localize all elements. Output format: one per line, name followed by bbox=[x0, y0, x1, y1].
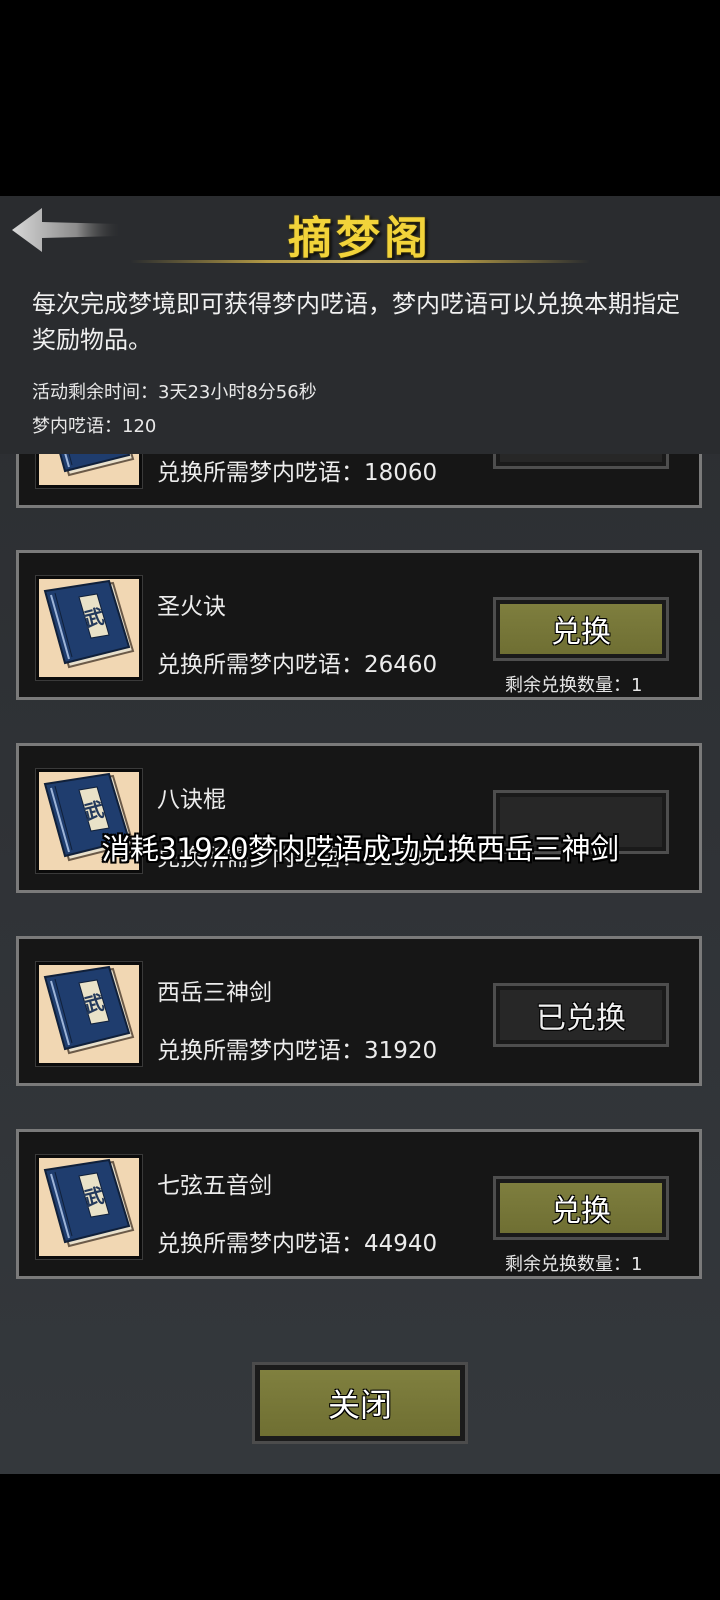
reward-cost: 兑换所需梦内呓语：31920 bbox=[157, 1038, 438, 1064]
exchange-button[interactable]: 兑换 bbox=[493, 1176, 669, 1240]
reward-cost: 兑换所需梦内呓语：26460 bbox=[157, 652, 438, 678]
close-button[interactable]: 关闭 bbox=[252, 1362, 468, 1444]
toast-message: 消耗31920梦内呓语成功兑换西岳三神剑 bbox=[101, 832, 619, 866]
page-title: 摘梦阁 bbox=[288, 213, 432, 264]
remaining-count: 剩余兑换数量：1 bbox=[505, 1254, 643, 1275]
remaining-time: 活动剩余时间：3天23小时8分56秒 bbox=[32, 382, 317, 403]
reward-card: 武 七弦五音剑 兑换所需梦内呓语：44940 兑换 剩余兑换数量：1 bbox=[16, 1129, 702, 1279]
currency-balance: 梦内呓语：120 bbox=[32, 416, 157, 437]
title-divider bbox=[130, 260, 590, 263]
reward-card: 武 西岳三神剑 兑换所需梦内呓语：31920 已兑换 bbox=[16, 936, 702, 1086]
reward-name: 八诀棍 bbox=[157, 787, 226, 813]
remaining-count: 剩余兑换数量：1 bbox=[505, 675, 643, 696]
reward-cost: 兑换所需梦内呓语：18060 bbox=[157, 460, 438, 486]
reward-name: 圣火诀 bbox=[157, 594, 226, 620]
book-icon: 武 bbox=[35, 575, 143, 681]
book-icon: 武 bbox=[35, 1154, 143, 1260]
reward-name: 七弦五音剑 bbox=[157, 1173, 272, 1199]
exchange-panel: 摘梦阁 每次完成梦境即可获得梦内呓语，梦内呓语可以兑换本期指定奖励物品。 活动剩… bbox=[0, 196, 720, 1474]
exchange-button[interactable]: 兑换 bbox=[493, 597, 669, 661]
reward-list[interactable]: 武 兑换所需梦内呓语：18060 武 圣火诀 兑换所需梦内呓语：26460 兑换… bbox=[0, 454, 720, 1454]
event-description: 每次完成梦境即可获得梦内呓语，梦内呓语可以兑换本期指定奖励物品。 bbox=[32, 290, 680, 354]
book-icon: 武 bbox=[35, 454, 143, 489]
panel-header: 摘梦阁 每次完成梦境即可获得梦内呓语，梦内呓语可以兑换本期指定奖励物品。 活动剩… bbox=[0, 196, 720, 454]
reward-cost: 兑换所需梦内呓语：44940 bbox=[157, 1231, 438, 1257]
exchange-button[interactable] bbox=[493, 454, 669, 469]
reward-card: 武 八诀棍 兑换所需梦内呓语：31500 bbox=[16, 743, 702, 893]
reward-card: 武 兑换所需梦内呓语：18060 bbox=[16, 454, 702, 508]
exchanged-button[interactable]: 已兑换 bbox=[493, 983, 669, 1047]
reward-card: 武 圣火诀 兑换所需梦内呓语：26460 兑换 剩余兑换数量：1 bbox=[16, 550, 702, 700]
reward-name: 西岳三神剑 bbox=[157, 980, 272, 1006]
book-icon: 武 bbox=[35, 961, 143, 1067]
